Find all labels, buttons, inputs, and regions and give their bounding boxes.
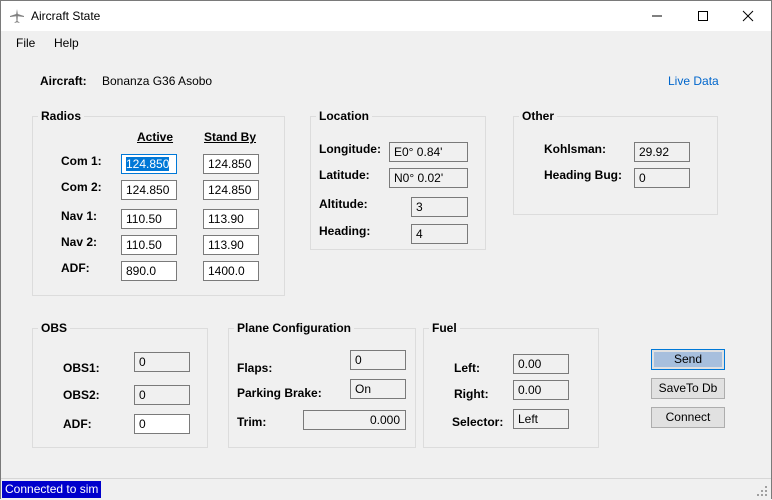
kohlsman-label: Kohlsman: (544, 142, 607, 156)
obs1-label: OBS1: (63, 361, 100, 375)
airplane-icon (9, 8, 25, 24)
obs-adf-field[interactable]: 0 (134, 414, 190, 434)
aircraft-label: Aircraft: (40, 74, 87, 88)
maximize-icon (698, 11, 708, 21)
obs2-field[interactable]: 0 (134, 385, 190, 405)
aircraft-name: Bonanza G36 Asobo (102, 74, 213, 88)
standby-header: Stand By (204, 130, 257, 144)
resize-grip-icon[interactable] (757, 486, 768, 497)
heading-field[interactable]: 4 (411, 224, 468, 244)
obs1-field[interactable]: 0 (134, 352, 190, 372)
altitude-field[interactable]: 3 (411, 197, 468, 217)
plane-config-group-title: Plane Configuration (234, 321, 354, 335)
latitude-label: Latitude: (319, 168, 370, 182)
other-group (513, 116, 718, 215)
save-to-db-button[interactable]: SaveTo Db (651, 378, 725, 399)
com2-label: Com 2: (61, 180, 102, 194)
trim-field[interactable]: 0.000 (303, 410, 406, 430)
fuel-right-field[interactable]: 0.00 (513, 380, 569, 400)
location-group-title: Location (316, 109, 372, 123)
com1-standby-field[interactable]: 124.850 (203, 154, 259, 174)
com2-standby-field[interactable]: 124.850 (203, 180, 259, 200)
radios-group-title: Radios (38, 109, 85, 123)
other-group-title: Other (519, 109, 558, 123)
nav1-label: Nav 1: (61, 209, 98, 223)
heading-label: Heading: (319, 224, 371, 238)
fuel-right-label: Right: (454, 387, 489, 401)
nav1-standby-field[interactable]: 113.90 (203, 209, 259, 229)
com1-label: Com 1: (61, 154, 102, 168)
flaps-label: Flaps: (237, 361, 273, 375)
nav2-standby-field[interactable]: 113.90 (203, 235, 259, 255)
obs-group-title: OBS (38, 321, 71, 335)
active-header: Active (137, 130, 174, 144)
nav1-active-field[interactable]: 110.50 (121, 209, 177, 229)
com1-active-field[interactable]: 124.850 (121, 154, 177, 174)
live-data-link[interactable]: Live Data (668, 74, 719, 88)
parking-brake-label: Parking Brake: (237, 386, 322, 400)
longitude-label: Longitude: (319, 142, 381, 156)
status-text: Connected to sim (2, 481, 102, 498)
heading-bug-field[interactable]: 0 (634, 168, 690, 188)
title-bar[interactable]: Aircraft State (1, 1, 771, 31)
obs-adf-label: ADF: (63, 417, 92, 431)
longitude-field[interactable]: E0° 0.84' (389, 142, 468, 162)
fuel-selector-field[interactable]: Left (513, 409, 569, 429)
altitude-label: Altitude: (319, 197, 368, 211)
heading-bug-label: Heading Bug: (544, 168, 622, 182)
close-button[interactable] (725, 1, 771, 31)
com2-active-field[interactable]: 124.850 (121, 180, 177, 200)
connect-button[interactable]: Connect (651, 407, 725, 428)
menu-file[interactable]: File (16, 36, 35, 50)
nav2-active-field[interactable]: 110.50 (121, 235, 177, 255)
close-icon (742, 10, 754, 22)
status-bar: Connected to sim (1, 478, 771, 499)
adf-active-field[interactable]: 890.0 (121, 261, 177, 281)
minimize-icon (652, 15, 662, 17)
flaps-field[interactable]: 0 (350, 350, 406, 370)
fuel-left-field[interactable]: 0.00 (513, 354, 569, 374)
fuel-group (423, 328, 599, 448)
latitude-field[interactable]: N0° 0.02' (389, 168, 468, 188)
minimize-button[interactable] (634, 1, 680, 31)
menu-bar: File Help (1, 31, 771, 55)
trim-label: Trim: (237, 415, 267, 429)
parking-brake-field[interactable]: On (350, 379, 406, 399)
app-window: Aircraft State File Help Aircraft: Bonan… (0, 0, 772, 499)
nav2-label: Nav 2: (61, 235, 98, 249)
fuel-group-title: Fuel (429, 321, 460, 335)
adf-standby-field[interactable]: 1400.0 (203, 261, 259, 281)
kohlsman-field[interactable]: 29.92 (634, 142, 690, 162)
adf-radio-label: ADF: (61, 261, 90, 275)
fuel-left-label: Left: (454, 361, 480, 375)
menu-help[interactable]: Help (54, 36, 79, 50)
send-button[interactable]: Send (651, 349, 725, 370)
fuel-selector-label: Selector: (452, 415, 504, 429)
window-title: Aircraft State (31, 9, 101, 23)
obs2-label: OBS2: (63, 388, 100, 402)
maximize-button[interactable] (680, 1, 726, 31)
